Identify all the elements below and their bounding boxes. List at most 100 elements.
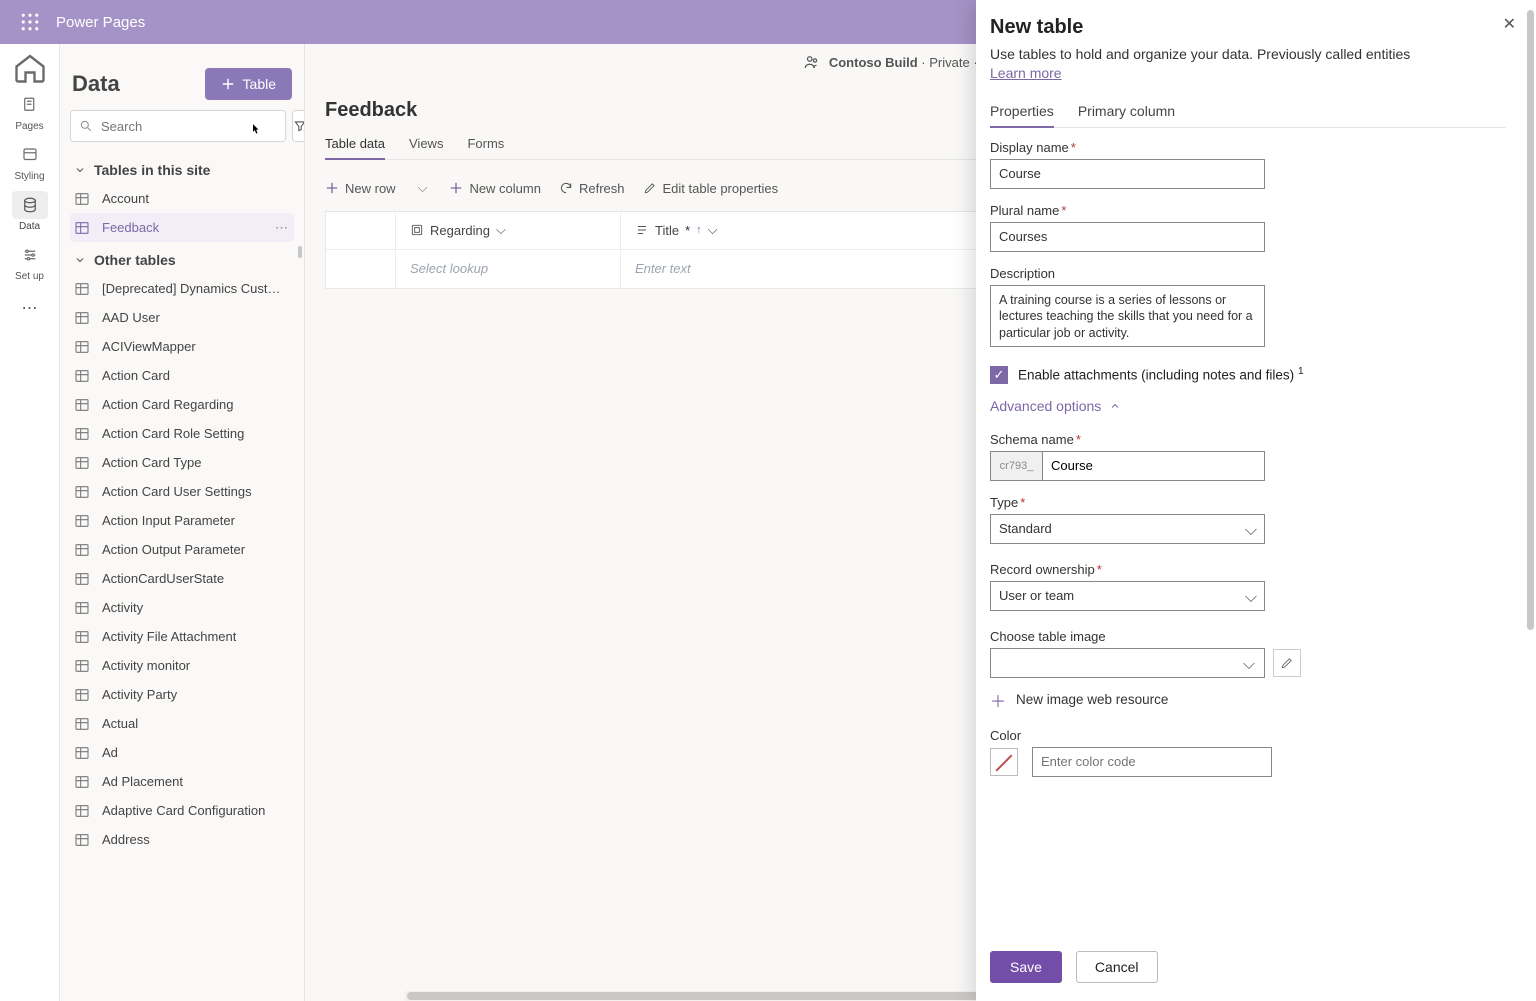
sort-asc-icon: ↑ xyxy=(696,224,702,236)
enable-attachments-checkbox[interactable]: ✓ Enable attachments (including notes an… xyxy=(990,366,1506,384)
rail-data[interactable]: Data xyxy=(0,186,60,236)
close-button[interactable]: ✕ xyxy=(1503,14,1516,34)
sidebar-table-item[interactable]: Action Card User Settings xyxy=(70,477,294,506)
chevron-down-icon xyxy=(74,254,86,266)
learn-more-link[interactable]: Learn more xyxy=(990,65,1062,81)
label-schema-name: Schema name* xyxy=(990,432,1506,447)
sidebar-table-item[interactable]: Address xyxy=(70,825,294,854)
display-name-input[interactable] xyxy=(990,159,1265,189)
plus-icon xyxy=(325,181,339,195)
description-input[interactable] xyxy=(990,285,1265,347)
label-description: Description xyxy=(990,266,1506,281)
new-column-button[interactable]: New column xyxy=(449,181,541,196)
rail-more-icon[interactable]: ⋯ xyxy=(12,290,48,326)
new-image-resource-button[interactable]: ＋ New image web resource xyxy=(990,688,1506,712)
panel-tab-primary[interactable]: Primary column xyxy=(1078,95,1175,127)
chevron-down-icon xyxy=(74,164,86,176)
label-plural-name: Plural name* xyxy=(990,203,1506,218)
section-other-tables[interactable]: Other tables xyxy=(70,242,294,274)
edit-properties-button[interactable]: Edit table properties xyxy=(643,181,779,196)
chevron-down-icon: ⌵ xyxy=(496,222,506,238)
sidebar-table-item[interactable]: ActionCardUserState xyxy=(70,564,294,593)
filter-icon xyxy=(293,119,305,133)
text-icon xyxy=(635,223,649,237)
lookup-placeholder[interactable]: Select lookup xyxy=(410,261,488,276)
sidebar-table-item[interactable]: Account⋯ xyxy=(70,184,294,213)
tab-table-data[interactable]: Table data xyxy=(325,128,385,159)
tab-forms[interactable]: Forms xyxy=(467,128,504,159)
refresh-icon xyxy=(559,181,573,195)
lookup-icon xyxy=(410,223,424,237)
sidebar-table-item[interactable]: Ad Placement xyxy=(70,767,294,796)
chevron-up-icon xyxy=(1109,400,1121,412)
sidebar-table-item[interactable]: ACIViewMapper xyxy=(70,332,294,361)
sidebar-table-item[interactable]: Action Card Type xyxy=(70,448,294,477)
table-image-select[interactable]: ⌵ xyxy=(990,648,1263,678)
search-icon xyxy=(79,119,93,133)
sidebar-table-item[interactable]: Action Card xyxy=(70,361,294,390)
pointer-cursor-icon xyxy=(248,122,264,143)
new-row-button[interactable]: New row xyxy=(325,181,396,196)
label-table-image: Choose table image xyxy=(990,629,1506,644)
cancel-button[interactable]: Cancel xyxy=(1076,951,1158,983)
plus-icon xyxy=(449,181,463,195)
section-tables-in-site[interactable]: Tables in this site xyxy=(70,152,294,184)
sidebar-table-item[interactable]: Ad xyxy=(70,738,294,767)
color-code-input[interactable] xyxy=(1032,747,1272,777)
sidebar-table-item[interactable]: [Deprecated] Dynamics Cust… xyxy=(70,274,294,303)
sidebar-table-item[interactable]: Activity xyxy=(70,593,294,622)
sidebar-title: Data xyxy=(72,71,120,97)
filter-button[interactable] xyxy=(292,110,305,142)
chevron-down-icon: ⌵ xyxy=(708,222,718,238)
more-icon[interactable]: ⋯ xyxy=(275,220,288,236)
rail-pages[interactable]: Pages xyxy=(0,86,60,136)
sidebar-table-item[interactable]: Action Card Regarding xyxy=(70,390,294,419)
sidebar-table-item[interactable]: Feedback⋯ xyxy=(70,213,294,242)
panel-scrollbar[interactable] xyxy=(1527,10,1534,991)
panel-title: New table xyxy=(990,16,1506,39)
edit-icon xyxy=(643,181,657,195)
plus-icon: ＋ xyxy=(990,688,1006,712)
plural-name-input[interactable] xyxy=(990,222,1265,252)
label-ownership: Record ownership* xyxy=(990,562,1506,577)
sidebar-table-item[interactable]: Adaptive Card Configuration xyxy=(70,796,294,825)
schema-prefix: cr793_ xyxy=(990,451,1042,481)
tab-views[interactable]: Views xyxy=(409,128,443,159)
checkbox-checked-icon: ✓ xyxy=(990,366,1008,384)
left-rail: Pages Styling Data Set up ⋯ xyxy=(0,44,60,1001)
sidebar-table-item[interactable]: Action Input Parameter xyxy=(70,506,294,535)
new-table-panel: ✕ New table Use tables to hold and organ… xyxy=(976,0,1536,1001)
panel-description: Use tables to hold and organize your dat… xyxy=(990,45,1506,65)
plus-icon xyxy=(221,77,235,91)
schema-name-input[interactable] xyxy=(1042,451,1265,481)
ownership-select[interactable]: ⌵ xyxy=(990,581,1265,611)
label-type: Type* xyxy=(990,495,1506,510)
sidebar-table-item[interactable]: Activity Party xyxy=(70,680,294,709)
text-placeholder[interactable]: Enter text xyxy=(635,261,691,276)
sidebar-table-item[interactable]: Action Card Role Setting xyxy=(70,419,294,448)
home-icon[interactable] xyxy=(12,50,48,86)
advanced-options-toggle[interactable]: Advanced options xyxy=(990,398,1506,414)
people-icon xyxy=(803,53,821,71)
sidebar-table-item[interactable]: Activity monitor xyxy=(70,651,294,680)
sidebar-table-item[interactable]: Actual xyxy=(70,709,294,738)
waffle-icon[interactable] xyxy=(8,0,52,44)
sidebar-table-item[interactable]: Activity File Attachment xyxy=(70,622,294,651)
label-display-name: Display name* xyxy=(990,140,1506,155)
rail-setup[interactable]: Set up xyxy=(0,236,60,286)
color-swatch-none[interactable] xyxy=(990,748,1018,776)
label-color: Color xyxy=(990,728,1506,743)
save-button[interactable]: Save xyxy=(990,951,1062,983)
sidebar-scrollbar[interactable] xyxy=(298,246,302,258)
panel-tab-properties[interactable]: Properties xyxy=(990,95,1054,127)
refresh-button[interactable]: Refresh xyxy=(559,181,625,196)
new-row-split[interactable]: ⌵ xyxy=(414,180,432,196)
data-sidebar: Data Table Tables in this site Account⋯F… xyxy=(60,44,305,1001)
column-regarding[interactable]: Regarding ⌵ xyxy=(396,212,621,249)
type-select[interactable]: ⌵ xyxy=(990,514,1265,544)
edit-image-button[interactable] xyxy=(1273,649,1301,677)
sidebar-table-item[interactable]: Action Output Parameter xyxy=(70,535,294,564)
sidebar-table-item[interactable]: AAD User xyxy=(70,303,294,332)
rail-styling[interactable]: Styling xyxy=(0,136,60,186)
new-table-button[interactable]: Table xyxy=(205,68,292,100)
